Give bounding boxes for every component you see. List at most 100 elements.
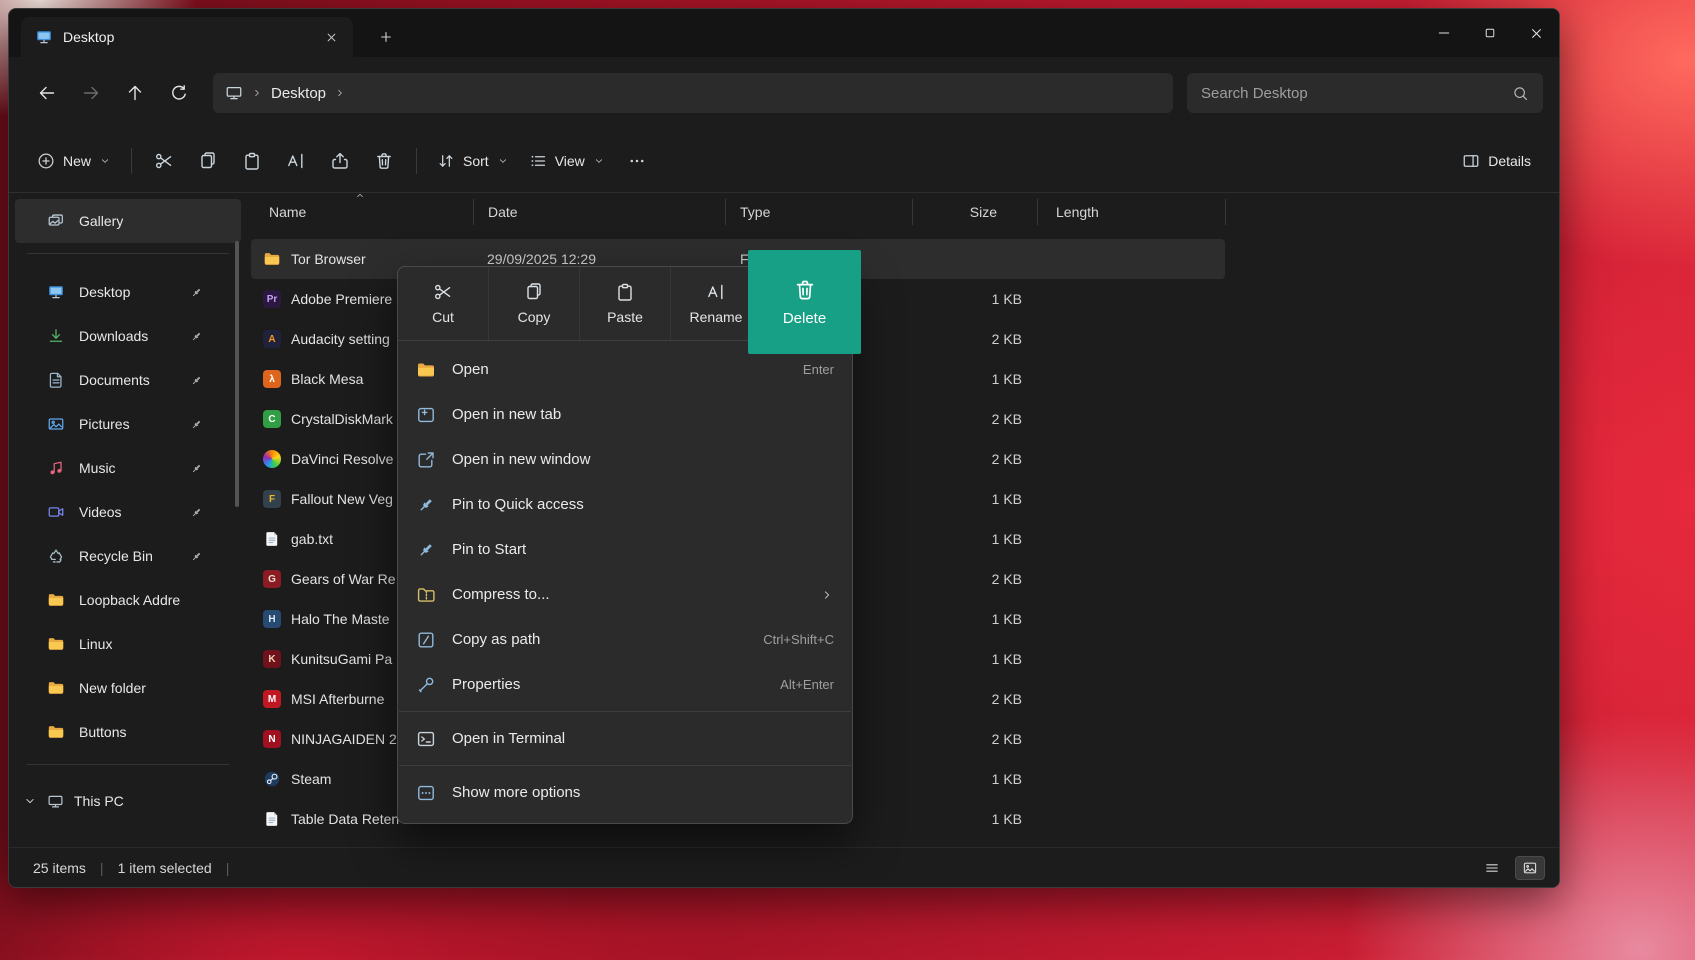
sidebar-scrollbar[interactable]: [235, 241, 239, 507]
file-row-item[interactable]: [251, 839, 1225, 847]
up-button[interactable]: [117, 75, 153, 111]
column-header-type[interactable]: Type: [726, 199, 913, 225]
sidebar-item-recycle-bin[interactable]: Recycle Bin: [15, 534, 241, 578]
file-name: Tor Browser: [291, 251, 366, 267]
file-explorer-window: Desktop Desktop New: [8, 8, 1560, 888]
menu-item-open-in-new-window[interactable]: Open in new window: [402, 437, 848, 482]
new-button[interactable]: New: [27, 142, 121, 180]
sidebar-divider: [27, 764, 229, 765]
status-divider: |: [226, 860, 230, 876]
sidebar-item-buttons[interactable]: Buttons: [15, 710, 241, 754]
terminal-icon: [416, 729, 436, 749]
folder-icon: [47, 679, 65, 697]
sidebar-item-loopback-addre[interactable]: Loopback Addre: [15, 578, 241, 622]
large-icons-view-button[interactable]: [1515, 856, 1545, 880]
sort-button[interactable]: Sort: [427, 142, 519, 180]
sidebar-item-linux[interactable]: Linux: [15, 622, 241, 666]
context-menu-quick-actions: CutCopyPasteRenameDelete: [398, 267, 852, 341]
menu-item-properties[interactable]: PropertiesAlt+Enter: [402, 662, 848, 707]
sidebar-item-new-folder[interactable]: New folder: [15, 666, 241, 710]
new-tab-button[interactable]: [371, 22, 401, 52]
sidebar-item-label: New folder: [79, 680, 146, 696]
blackmesa-file-icon: λ: [263, 370, 281, 388]
sidebar-item-pictures[interactable]: Pictures: [15, 402, 241, 446]
back-button[interactable]: [29, 75, 65, 111]
cut-button[interactable]: [143, 143, 185, 179]
search-box[interactable]: [1187, 73, 1543, 113]
quick-action-label: Copy: [518, 309, 551, 325]
more-commands-button[interactable]: [616, 143, 658, 179]
close-button[interactable]: [1513, 9, 1559, 57]
folder-icon: [47, 591, 65, 609]
refresh-button[interactable]: [161, 75, 197, 111]
status-bar: 25 items | 1 item selected |: [9, 847, 1559, 887]
quick-action-label: Delete: [783, 310, 826, 327]
details-pane-button[interactable]: Details: [1452, 142, 1541, 180]
rename-button[interactable]: [275, 143, 317, 179]
file-size: 1 KB: [913, 771, 1038, 787]
sidebar-item-desktop[interactable]: Desktop: [15, 270, 241, 314]
search-input[interactable]: [1201, 85, 1504, 102]
music-icon: [47, 459, 65, 477]
sidebar-item-videos[interactable]: Videos: [15, 490, 241, 534]
sidebar-item-this-pc[interactable]: This PC: [9, 781, 247, 821]
breadcrumb: Desktop: [213, 73, 1173, 113]
menu-item-label: Copy as path: [452, 631, 747, 648]
file-size: 1 KB: [913, 651, 1038, 667]
menu-item-compress-to[interactable]: Compress to...: [402, 572, 848, 617]
view-button[interactable]: View: [519, 142, 615, 180]
menu-item-pin-to-start[interactable]: Pin to Start: [402, 527, 848, 572]
chevron-right-icon: [251, 87, 263, 99]
command-toolbar: New Sort View Details: [9, 129, 1559, 193]
maximize-button[interactable]: [1467, 9, 1513, 57]
file-size: 1 KB: [913, 531, 1038, 547]
column-header-date[interactable]: Date: [474, 199, 726, 225]
menu-separator: [399, 711, 851, 712]
details-view-button[interactable]: [1477, 856, 1507, 880]
file-name: Black Mesa: [291, 371, 363, 387]
breadcrumb-desktop[interactable]: Desktop: [271, 85, 326, 102]
sidebar-item-label: Videos: [79, 504, 122, 520]
menu-item-label: Open in Terminal: [452, 730, 834, 747]
copy-path-icon: [416, 630, 436, 650]
menu-separator: [399, 765, 851, 766]
menu-item-open-in-terminal[interactable]: Open in Terminal: [402, 716, 848, 761]
sidebar-item-documents[interactable]: Documents: [15, 358, 241, 402]
textfile-file-icon: [263, 530, 281, 548]
pin-icon: [190, 462, 203, 475]
menu-item-label: Show more options: [452, 784, 834, 801]
menu-shortcut: Alt+Enter: [780, 677, 834, 692]
quick-action-delete-highlighted[interactable]: Delete: [748, 250, 861, 354]
paste-button[interactable]: [231, 143, 273, 179]
file-size: 1 KB: [913, 491, 1038, 507]
minimize-button[interactable]: [1421, 9, 1467, 57]
menu-item-show-more-options[interactable]: Show more options: [402, 770, 848, 815]
file-size: 2 KB: [913, 571, 1038, 587]
column-header-length[interactable]: Length: [1038, 199, 1226, 225]
sidebar-item-downloads[interactable]: Downloads: [15, 314, 241, 358]
copy-button[interactable]: [187, 143, 229, 179]
sidebar-item-label: Gallery: [79, 213, 123, 229]
tab-desktop[interactable]: Desktop: [21, 17, 353, 57]
menu-item-label: Pin to Quick access: [452, 496, 834, 513]
documents-icon: [47, 371, 65, 389]
menu-item-open-in-new-tab[interactable]: Open in new tab: [402, 392, 848, 437]
pin-icon: [190, 550, 203, 563]
delete-button[interactable]: [363, 143, 405, 179]
file-size: 2 KB: [913, 331, 1038, 347]
menu-item-copy-as-path[interactable]: Copy as pathCtrl+Shift+C: [402, 617, 848, 662]
column-header-size[interactable]: Size: [913, 199, 1038, 225]
trash-icon: [793, 278, 817, 302]
column-header-name[interactable]: Name: [247, 199, 474, 225]
sidebar-item-music[interactable]: Music: [15, 446, 241, 490]
chevron-down-icon[interactable]: [23, 794, 37, 808]
quick-action-paste[interactable]: Paste: [579, 267, 670, 340]
kunitsu-file-icon: K: [263, 650, 281, 668]
menu-item-pin-to-quick-access[interactable]: Pin to Quick access: [402, 482, 848, 527]
quick-action-cut[interactable]: Cut: [398, 267, 488, 340]
forward-button[interactable]: [73, 75, 109, 111]
sidebar-item-gallery[interactable]: Gallery: [15, 199, 241, 243]
tab-close-icon[interactable]: [317, 23, 345, 51]
quick-action-copy[interactable]: Copy: [488, 267, 579, 340]
share-button[interactable]: [319, 143, 361, 179]
